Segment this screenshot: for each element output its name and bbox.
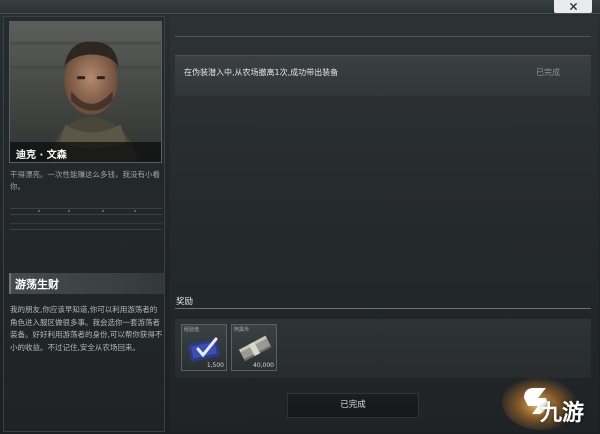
exp-card-icon [187, 337, 221, 362]
reward-name: 阿黑币 [234, 327, 250, 333]
character-panel: 迪克 · 文森 干得漂亮。一次性能赚这么多钱，我没有小看你。 游荡生财 我的朋友… [3, 16, 165, 432]
readout-bar [10, 223, 162, 230]
title-strip [0, 0, 600, 14]
decorative-readout [10, 199, 162, 233]
divider [175, 36, 591, 37]
mission-title: 游荡生财 [9, 273, 164, 294]
reward-item-cash[interactable]: 阿黑币 40,000 [231, 324, 277, 371]
readout-bar [10, 208, 162, 215]
rewards-label: 奖励 [176, 297, 194, 307]
reward-name: 经验值 [184, 327, 200, 333]
cash-stack-icon [238, 335, 272, 362]
mission-description: 我的朋友,你应该早知道,你可以利用游荡者的角色进入服区做很多事。我会选你一套游荡… [10, 305, 163, 352]
reward-count: 40,000 [253, 362, 274, 369]
objective-row: 在伪装潜入中,从农场撤离1次,成功带出装备 已完成 [175, 55, 591, 96]
close-icon [569, 3, 577, 10]
portrait-image [10, 22, 161, 162]
reward-count: 1,500 [206, 362, 224, 369]
complete-button[interactable]: 已完成 [287, 393, 419, 418]
reward-item-exp[interactable]: 经验值 1,500 [181, 324, 227, 371]
objective-text: 在伪装潜入中,从农场撤离1次,成功带出装备 [184, 68, 339, 77]
objective-status: 已完成 [536, 68, 560, 77]
character-portrait: 迪克 · 文森 [9, 21, 162, 163]
watermark-text: 九游 [540, 401, 585, 426]
character-name: 迪克 · 文森 [10, 142, 161, 162]
character-quote: 干得漂亮。一次性能赚这么多钱，我没有小看你。 [10, 170, 160, 191]
mission-window: 迪克 · 文森 干得漂亮。一次性能赚这么多钱，我没有小看你。 游荡生财 我的朋友… [0, 0, 600, 434]
divider [175, 308, 591, 309]
close-button[interactable] [554, 0, 592, 13]
